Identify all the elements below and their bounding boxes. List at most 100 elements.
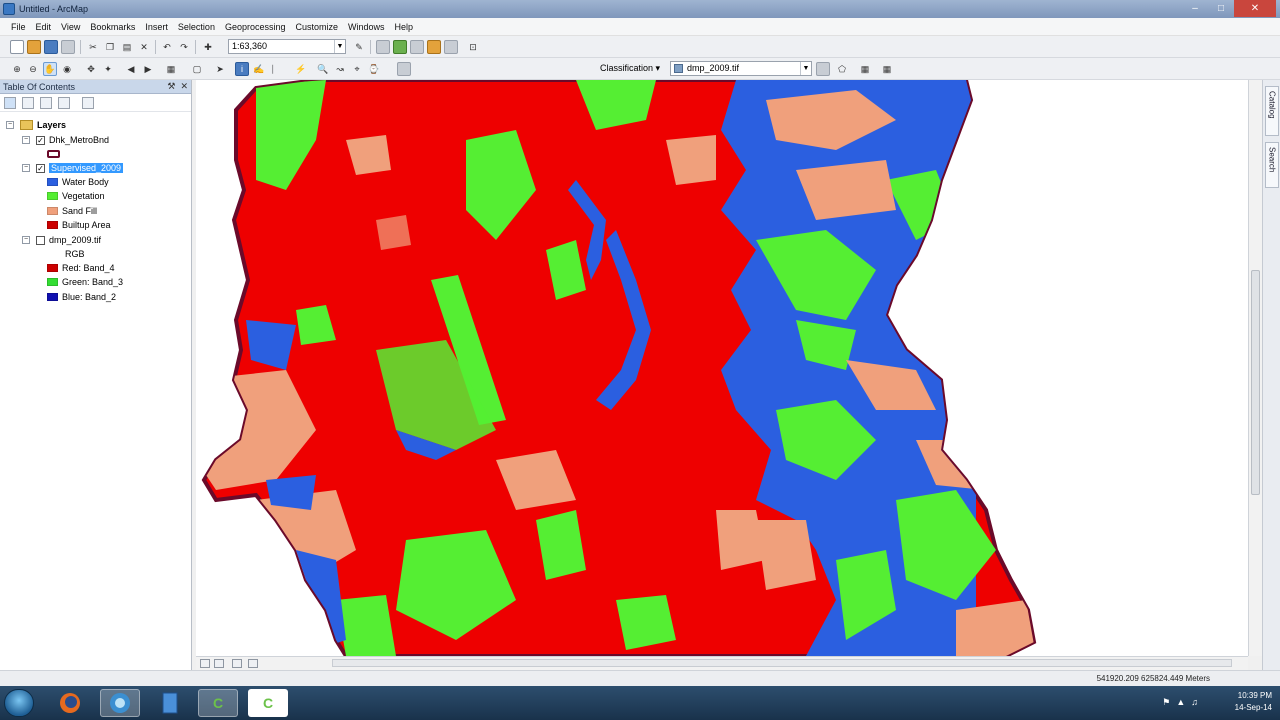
- toc-layer-dhk-metrobnd[interactable]: − ✓ Dhk_MetroBnd: [22, 133, 109, 147]
- print-icon[interactable]: [61, 40, 75, 54]
- band-green[interactable]: Green: Band_3: [47, 275, 123, 289]
- list-by-source-icon[interactable]: [22, 97, 34, 109]
- select-elements-icon[interactable]: ➤: [213, 62, 227, 76]
- arctoolbox-icon[interactable]: [427, 40, 441, 54]
- draw-polygon-icon[interactable]: ⬠: [835, 62, 849, 76]
- layer-visibility-checkbox[interactable]: [36, 235, 45, 245]
- histogram-icon[interactable]: ▦: [858, 62, 872, 76]
- toc-options-icon[interactable]: [82, 97, 94, 109]
- toc-layers-root[interactable]: − Layers: [6, 118, 66, 132]
- table-of-contents-icon[interactable]: [376, 40, 390, 54]
- chevron-down-icon[interactable]: ▼: [334, 40, 345, 53]
- zoom-out-icon[interactable]: ⊖: [26, 62, 40, 76]
- windows-start-button[interactable]: [4, 689, 34, 717]
- identify-icon[interactable]: i: [235, 62, 249, 76]
- catalog-tab[interactable]: Catalog: [1265, 86, 1279, 136]
- search-window-icon[interactable]: [410, 40, 424, 54]
- menu-view[interactable]: View: [56, 22, 85, 32]
- band-red[interactable]: Red: Band_4: [47, 261, 115, 275]
- camtasia-recorder-taskbar-icon[interactable]: C: [248, 689, 288, 717]
- list-by-visibility-icon[interactable]: [40, 97, 52, 109]
- red-band-swatch[interactable]: [47, 264, 58, 272]
- firefox-taskbar-icon[interactable]: [50, 689, 90, 717]
- map-display[interactable]: [196, 80, 1248, 656]
- training-sample-manager-icon[interactable]: [816, 62, 830, 76]
- classified-raster-map[interactable]: [196, 80, 1248, 656]
- sand-fill-swatch[interactable]: [47, 207, 58, 215]
- layout-view-icon[interactable]: [214, 659, 224, 668]
- scrollbar-thumb[interactable]: [1251, 270, 1260, 495]
- menu-windows[interactable]: Windows: [343, 22, 390, 32]
- boundary-polygon-symbol[interactable]: [47, 150, 60, 158]
- map-horizontal-scrollbar[interactable]: [332, 659, 1232, 667]
- refresh-icon[interactable]: [232, 659, 242, 668]
- band-blue[interactable]: Blue: Band_2: [47, 290, 116, 304]
- class-builtup-area[interactable]: Builtup Area: [47, 218, 111, 232]
- menu-selection[interactable]: Selection: [173, 22, 220, 32]
- classification-layer-combo[interactable]: dmp_2009.tif ▼: [670, 61, 812, 76]
- menu-edit[interactable]: Edit: [31, 22, 57, 32]
- redo-icon[interactable]: ↷: [177, 40, 191, 54]
- python-window-icon[interactable]: [444, 40, 458, 54]
- editor-toolbar-icon[interactable]: ✎: [352, 40, 366, 54]
- select-features-icon[interactable]: ▦: [164, 62, 178, 76]
- forward-extent-icon[interactable]: ▶: [141, 62, 155, 76]
- close-button[interactable]: ✕: [1234, 0, 1276, 17]
- file-taskbar-icon[interactable]: [150, 689, 190, 717]
- paste-icon[interactable]: ▤: [120, 40, 134, 54]
- classification-dropdown[interactable]: Classification ▾: [600, 63, 660, 74]
- minimize-button[interactable]: –: [1182, 0, 1208, 17]
- new-document-icon[interactable]: [10, 40, 24, 54]
- class-sand-fill[interactable]: Sand Fill: [47, 204, 97, 218]
- network-icon[interactable]: ▲: [1176, 697, 1185, 708]
- collapse-icon[interactable]: −: [22, 236, 30, 244]
- hyperlink-icon[interactable]: ⚡: [294, 62, 308, 76]
- layer-visibility-checkbox[interactable]: ✓: [36, 163, 45, 173]
- clock[interactable]: 10:39 PM 14-Sep-14: [1235, 690, 1272, 714]
- copy-icon[interactable]: ❐: [103, 40, 117, 54]
- pan-hand-icon[interactable]: ✋: [43, 62, 57, 76]
- save-icon[interactable]: [44, 40, 58, 54]
- toc-symbol-boundary[interactable]: [47, 147, 60, 161]
- menu-insert[interactable]: Insert: [140, 22, 173, 32]
- undo-icon[interactable]: ↶: [160, 40, 174, 54]
- list-by-drawing-order-icon[interactable]: [4, 97, 16, 109]
- menu-geoprocessing[interactable]: Geoprocessing: [220, 22, 291, 32]
- back-extent-icon[interactable]: ◀: [124, 62, 138, 76]
- fixed-zoom-out-icon[interactable]: ✦: [101, 62, 115, 76]
- menu-bookmarks[interactable]: Bookmarks: [85, 22, 140, 32]
- collapse-icon[interactable]: −: [22, 164, 30, 172]
- measure-icon[interactable]: ⎸: [270, 62, 284, 76]
- fixed-zoom-in-icon[interactable]: ✥: [84, 62, 98, 76]
- clear-selection-icon[interactable]: ▢: [190, 62, 204, 76]
- find-binoculars-icon[interactable]: 🔍: [316, 62, 330, 76]
- delete-icon[interactable]: ✕: [137, 40, 151, 54]
- layer-name-selected[interactable]: Supervised_2009: [49, 163, 124, 173]
- builtup-swatch[interactable]: [47, 221, 58, 229]
- vegetation-swatch[interactable]: [47, 192, 58, 200]
- layer-visibility-checkbox[interactable]: ✓: [36, 135, 45, 145]
- catalog-icon[interactable]: [393, 40, 407, 54]
- volume-icon[interactable]: ♫: [1191, 697, 1198, 708]
- map-scale-combo[interactable]: 1:63,360 ▼: [228, 39, 346, 54]
- pin-icon[interactable]: ⚒: [167, 81, 175, 92]
- toc-layer-dmp-2009[interactable]: − dmp_2009.tif: [22, 233, 101, 247]
- find-route-icon[interactable]: ↝: [333, 62, 347, 76]
- menu-customize[interactable]: Customize: [291, 22, 344, 32]
- class-vegetation[interactable]: Vegetation: [47, 189, 105, 203]
- maximize-button[interactable]: □: [1208, 0, 1234, 17]
- pause-drawing-icon[interactable]: [248, 659, 258, 668]
- flag-icon[interactable]: ⚑: [1162, 697, 1170, 708]
- camtasia-taskbar-icon[interactable]: C: [198, 689, 238, 717]
- chevron-down-icon[interactable]: ▼: [800, 62, 811, 75]
- zoom-in-icon[interactable]: ⊕: [10, 62, 24, 76]
- water-swatch[interactable]: [47, 178, 58, 186]
- class-water-body[interactable]: Water Body: [47, 175, 109, 189]
- cut-icon[interactable]: ✂: [86, 40, 100, 54]
- create-signature-icon[interactable]: ▦: [880, 62, 894, 76]
- create-viewer-icon[interactable]: [397, 62, 411, 76]
- add-data-icon[interactable]: ✚: [201, 40, 215, 54]
- collapse-icon[interactable]: −: [6, 121, 14, 129]
- close-panel-icon[interactable]: ✕: [180, 81, 188, 92]
- menu-file[interactable]: File: [6, 22, 31, 32]
